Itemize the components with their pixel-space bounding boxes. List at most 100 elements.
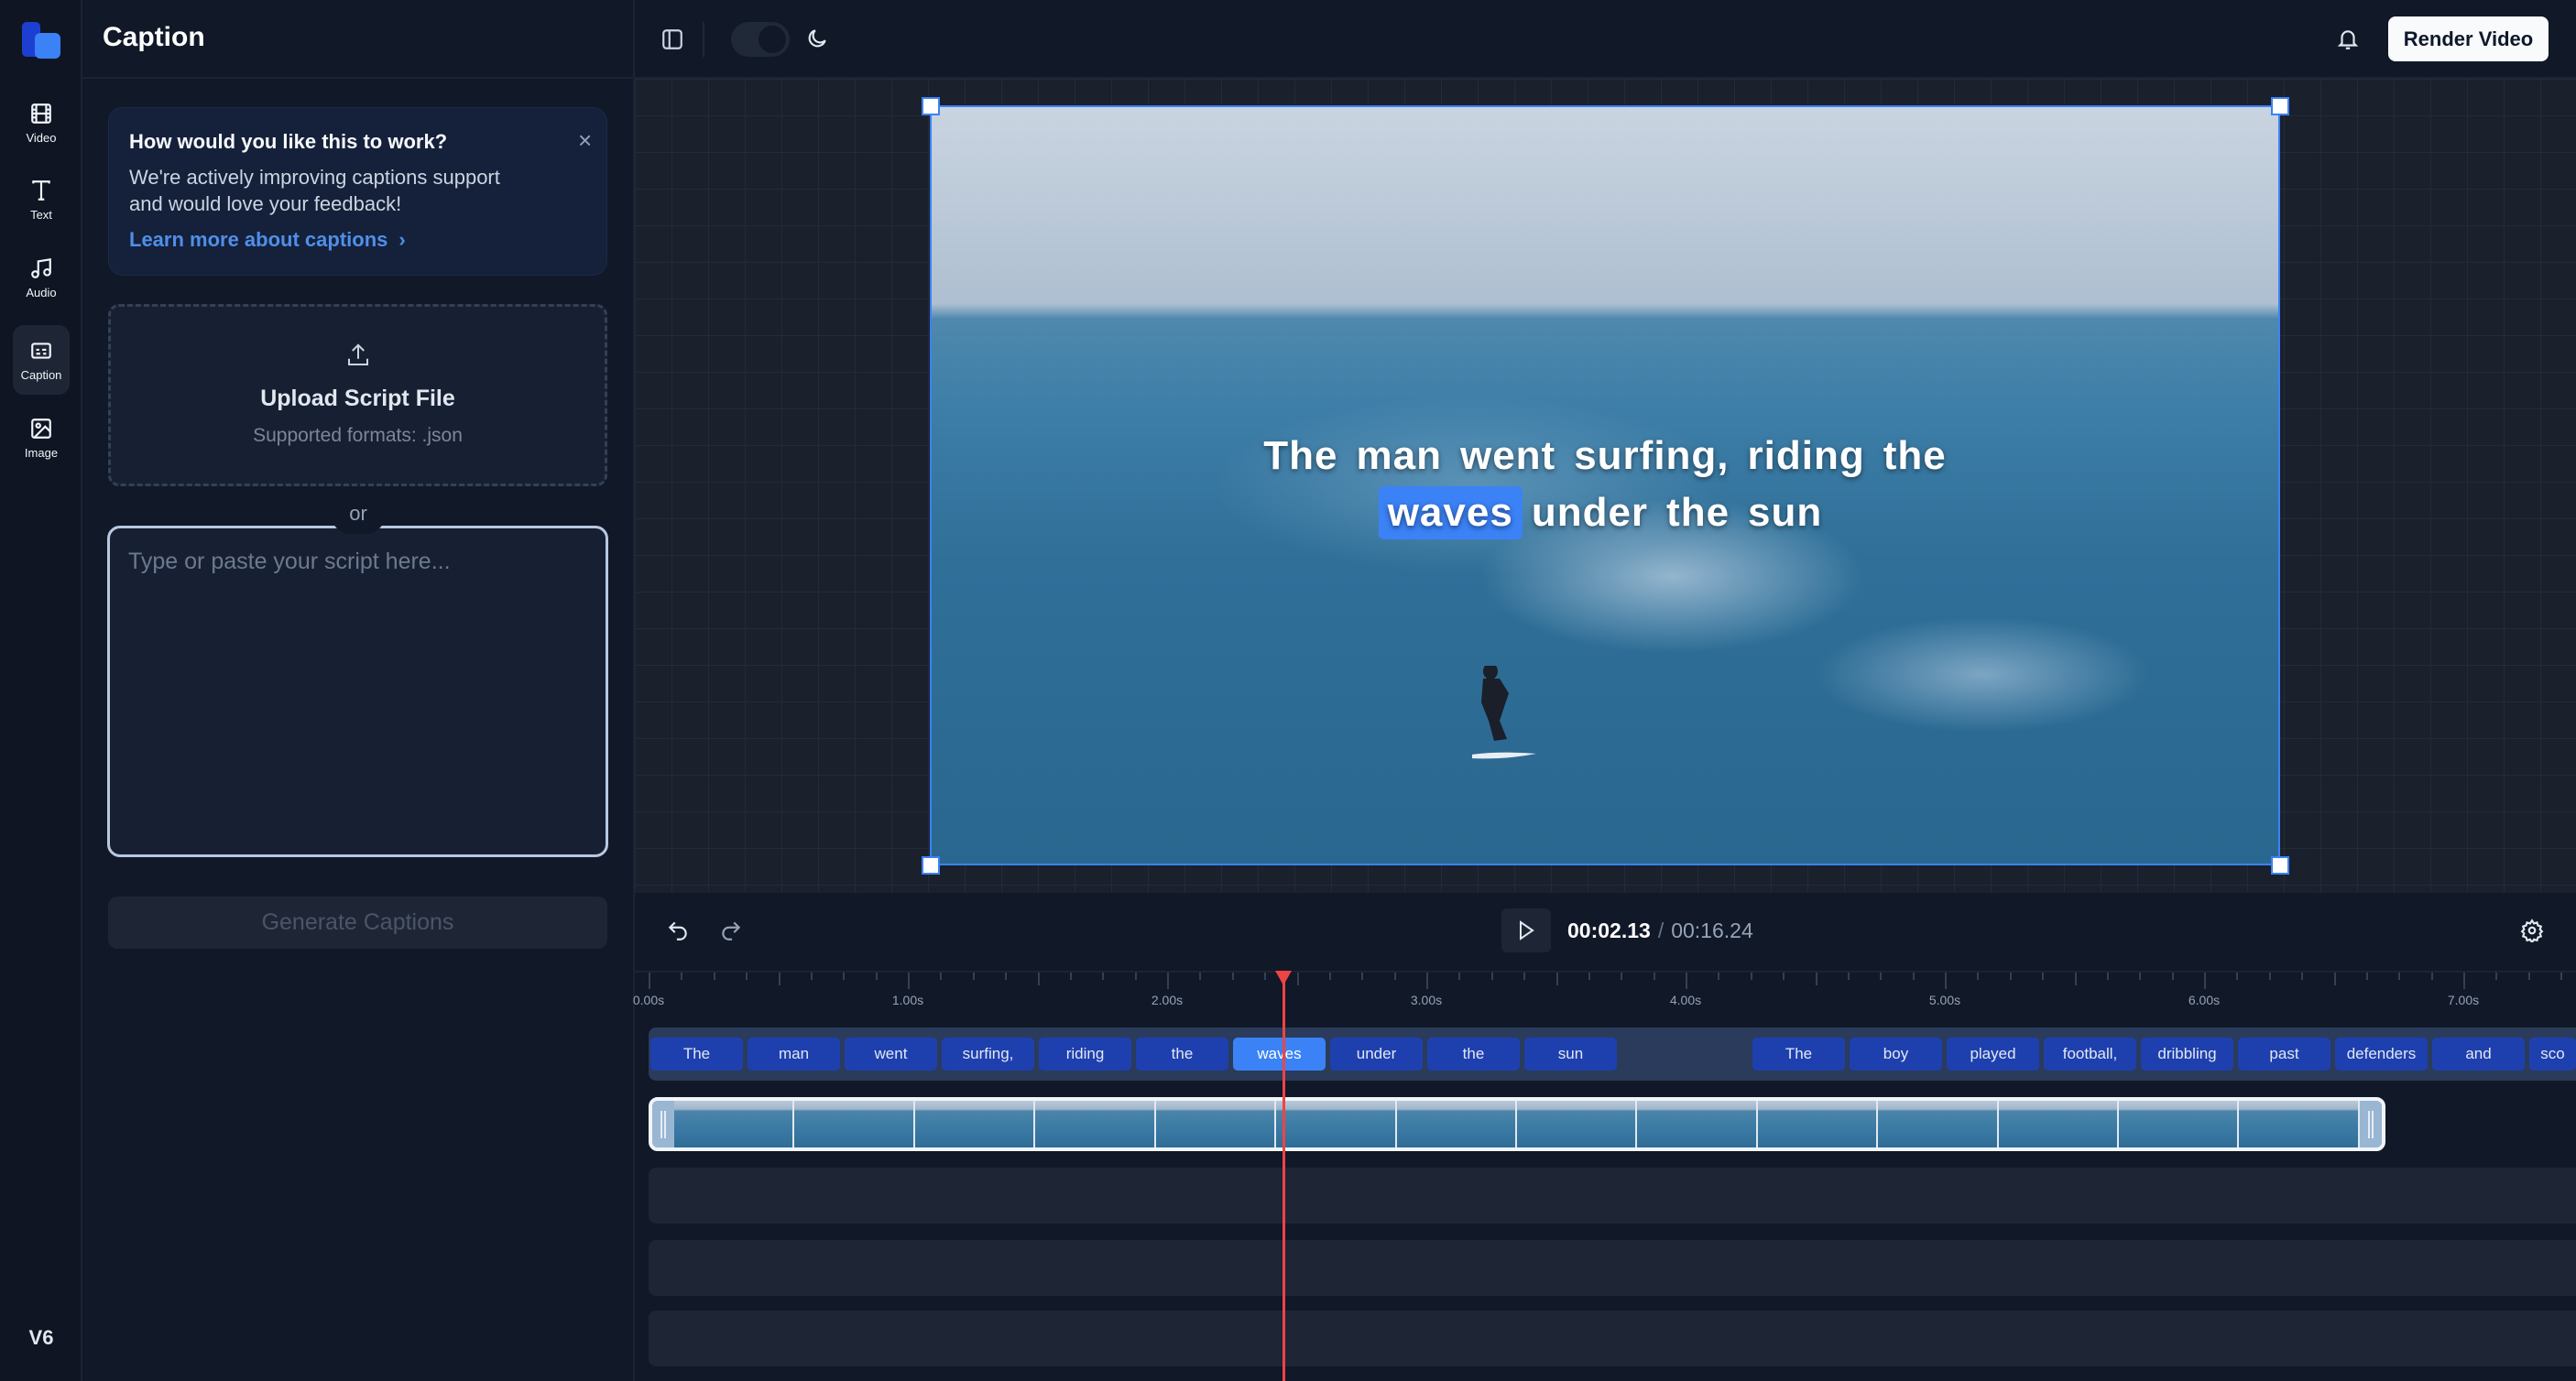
ruler-tick <box>1231 973 1234 980</box>
timeline-ruler[interactable]: 0.00s 1.00s 2.00s 3.00s 4.00s 5.00s 6.00s 7.00s <box>633 971 2576 1026</box>
caption-word: waves <box>1378 486 1523 539</box>
caption-word-chip[interactable]: The <box>650 1038 743 1071</box>
caption-word-chip[interactable]: went <box>845 1038 937 1071</box>
caption-word-chip[interactable]: past <box>2238 1038 2330 1071</box>
ruler-tick <box>649 973 650 989</box>
ruler-tick <box>1167 973 1169 989</box>
rail-item-label: Caption <box>20 367 62 382</box>
app-logo[interactable] <box>20 20 64 60</box>
caption-word: riding <box>1747 433 1865 478</box>
rail-item-image[interactable]: Image <box>13 403 70 473</box>
version-label: V6 <box>28 1326 54 1349</box>
empty-track[interactable] <box>649 1168 2576 1223</box>
caption-word: sun <box>1748 490 1823 535</box>
time-separator: / <box>1657 919 1665 942</box>
image-icon <box>29 417 53 440</box>
caption-word-chip[interactable]: under <box>1330 1038 1423 1071</box>
upload-title: Upload Script File <box>260 386 455 411</box>
ruler-tick <box>1037 973 1040 985</box>
script-input[interactable] <box>107 526 608 857</box>
rail-item-video[interactable]: Video <box>13 88 70 158</box>
caption-word-chip[interactable]: boy <box>1850 1038 1942 1071</box>
caption-word-chip[interactable]: played <box>1947 1038 2039 1071</box>
ruler-tick <box>875 973 878 980</box>
theme-toggle[interactable] <box>731 22 790 57</box>
trim-handle-left[interactable] <box>652 1101 674 1147</box>
ruler-tick <box>2365 973 2368 980</box>
settings-gear-icon[interactable] <box>2520 919 2544 942</box>
caption-word-chip[interactable]: football, <box>2044 1038 2136 1071</box>
trim-handle-right[interactable] <box>2359 1101 2382 1147</box>
ruler-tick <box>1005 973 1008 980</box>
playhead[interactable] <box>1275 971 1292 1381</box>
ruler-label: 1.00s <box>891 993 924 1007</box>
rail-item-caption[interactable]: Caption <box>13 325 70 395</box>
rail-item-audio[interactable]: Audio <box>13 243 70 312</box>
ruler-label: 5.00s <box>1928 993 1961 1007</box>
caption-word-chip[interactable]: defenders <box>2335 1038 2428 1071</box>
ruler-tick <box>1718 973 1720 980</box>
caption-word-chip[interactable]: dribbling <box>2141 1038 2233 1071</box>
video-thumbnail <box>1878 1101 1999 1147</box>
ruler-label: 7.00s <box>2447 993 2480 1007</box>
film-icon <box>29 102 53 125</box>
ruler-tick <box>1199 973 1202 980</box>
ruler-tick <box>2333 973 2336 985</box>
ruler-tick <box>1426 973 1428 989</box>
ruler-label: 3.00s <box>1410 993 1443 1007</box>
rail-item-label: Video <box>26 130 57 145</box>
ruler-tick <box>1977 973 1980 980</box>
caption-word-chip[interactable]: sco <box>2529 1038 2576 1071</box>
caption-word-chip[interactable]: the <box>1136 1038 1228 1071</box>
ruler-tick <box>1393 973 1396 980</box>
caption-word-chip[interactable]: waves <box>1233 1038 1326 1071</box>
top-bar: Render Video <box>635 0 2576 79</box>
caption-word-chip[interactable]: surfing, <box>942 1038 1034 1071</box>
video-thumbnail <box>1637 1101 1758 1147</box>
video-preview[interactable]: The man went surfing, riding the waves under th… <box>930 105 2280 865</box>
resize-handle-br[interactable] <box>2271 856 2289 875</box>
upload-dropzone[interactable]: Upload Script File Supported formats: .j… <box>108 304 607 486</box>
ruler-tick <box>2268 973 2271 980</box>
caption-line-1: The man went surfing, riding the <box>932 430 2278 483</box>
redo-icon[interactable] <box>719 919 743 942</box>
caption-word: under <box>1531 490 1649 535</box>
render-video-button[interactable]: Render Video <box>2388 16 2549 61</box>
rail-item-text[interactable]: Text <box>13 165 70 234</box>
resize-handle-tr[interactable] <box>2271 97 2289 115</box>
ruler-tick <box>2171 973 2174 980</box>
caption-word-chip[interactable]: man <box>748 1038 840 1071</box>
resize-handle-tl[interactable] <box>922 97 940 115</box>
sidebar-toggle-icon[interactable] <box>660 27 684 51</box>
ruler-tick <box>1296 973 1299 985</box>
ruler-tick <box>2139 973 2142 980</box>
caption-word-chip[interactable]: sun <box>1524 1038 1617 1071</box>
current-time: 00:02.13 <box>1567 919 1651 942</box>
chevron-right-icon: › <box>398 228 406 251</box>
caption-word-chip[interactable]: The <box>1752 1038 1845 1071</box>
caption-word-chip[interactable]: riding <box>1039 1038 1131 1071</box>
ruler-tick <box>2463 973 2465 989</box>
close-icon[interactable]: × <box>578 126 592 155</box>
preview-stage: The man went surfing, riding the waves under th… <box>635 79 2576 893</box>
resize-handle-bl[interactable] <box>922 856 940 875</box>
learn-more-link[interactable]: Learn more about captions › <box>129 228 406 252</box>
caption-word-chip[interactable]: and <box>2432 1038 2525 1071</box>
caption-word-chip[interactable]: the <box>1427 1038 1520 1071</box>
bell-icon[interactable] <box>2336 27 2360 52</box>
undo-icon[interactable] <box>666 919 690 942</box>
empty-track[interactable] <box>649 1310 2576 1366</box>
ruler-tick <box>1815 973 1817 985</box>
empty-track[interactable] <box>649 1240 2576 1296</box>
ruler-tick <box>1653 973 1655 980</box>
play-button[interactable] <box>1501 908 1551 952</box>
feedback-card: How would you like this to work? × We're… <box>108 107 607 276</box>
generate-captions-button[interactable]: Generate Captions <box>108 897 607 949</box>
video-track-clip[interactable] <box>649 1097 2385 1151</box>
ruler-label: 2.00s <box>1151 993 1184 1007</box>
ruler-tick <box>2042 973 2045 980</box>
caption-word: went <box>1459 433 1556 478</box>
rail-item-label: Text <box>30 207 52 222</box>
ruler-tick <box>1328 973 1331 980</box>
ruler-tick <box>908 973 910 989</box>
